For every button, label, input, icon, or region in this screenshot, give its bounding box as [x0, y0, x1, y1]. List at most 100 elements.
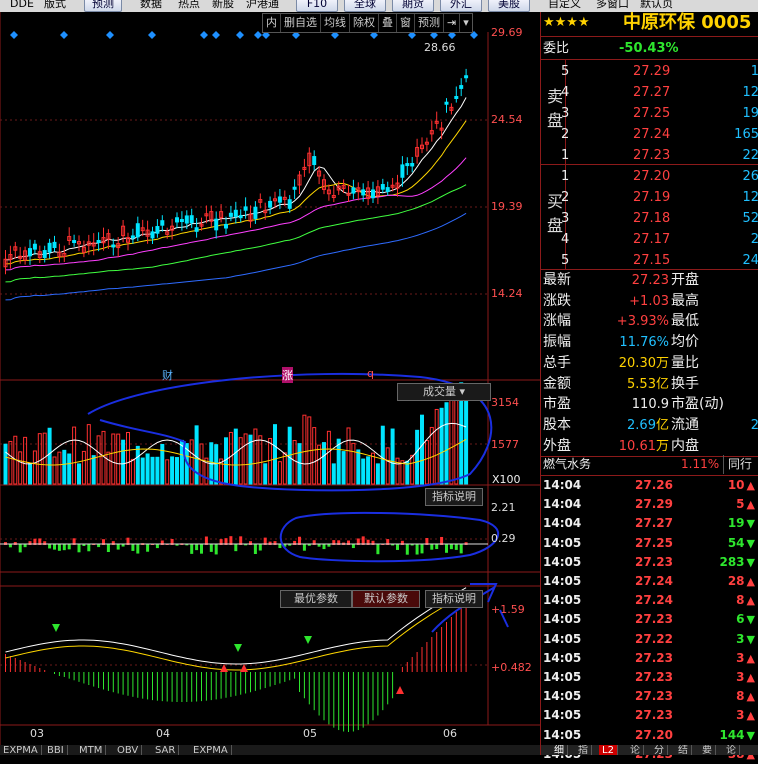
tick-row: 14:05 27.23 6 ▼	[541, 610, 758, 629]
tab-discuss[interactable]: 论	[627, 745, 644, 755]
volume-bar	[47, 427, 52, 485]
sell-level-row[interactable]: 2 27.24 165	[541, 124, 758, 145]
stat-value: 11.76%	[619, 335, 669, 351]
buy-level-row[interactable]: 3 27.18 52	[541, 208, 758, 229]
tick-row: 14:04 27.26 10 ▲	[541, 476, 758, 495]
candle-body	[214, 218, 219, 231]
chart-tool-window[interactable]: 窗	[397, 14, 415, 32]
buy-level-row[interactable]: 4 27.17 2	[541, 229, 758, 250]
toolbar-us-stock[interactable]: 美股	[488, 0, 530, 12]
toolbar-futures[interactable]: 期货	[392, 0, 434, 12]
event-diamond-icon	[200, 31, 208, 39]
macd-axis-label: +1.59	[491, 603, 525, 616]
chart-tool-remove-favorite[interactable]: 删自选	[281, 14, 321, 32]
tick-volume: 144	[719, 727, 745, 742]
tab-obv[interactable]: OBV	[114, 745, 143, 755]
optimal-params-button[interactable]: 最优参数	[280, 590, 352, 608]
tick-volume: 3	[736, 670, 745, 684]
indicator-bar	[57, 544, 61, 551]
tab-l2[interactable]: L2	[599, 745, 618, 755]
tab-expma-2[interactable]: EXPMA	[190, 745, 232, 755]
sell-level-row[interactable]: 1 27.23 22	[541, 145, 758, 166]
event-mark-limit[interactable]: 涨	[282, 367, 293, 383]
toolbar-layout[interactable]: 版式	[44, 0, 66, 11]
chart-tool-inner[interactable]: 内	[263, 14, 281, 32]
toolbar-f10[interactable]: F10	[296, 0, 338, 12]
chart-tool-ma[interactable]: 均线	[321, 14, 350, 32]
chart-tool-forecast[interactable]: 预测	[415, 14, 444, 32]
indicator-axis-label: 0.29	[491, 532, 516, 545]
tab-sar[interactable]: SAR	[152, 745, 180, 755]
volume-indicator-select[interactable]: 成交量 ▾	[397, 383, 491, 401]
arrow-down-icon: ▼	[746, 613, 755, 627]
sector-row[interactable]: 燃气水务 1.11% 同行	[541, 455, 758, 474]
event-diamond-icon	[254, 31, 262, 39]
top-toolbar: DDE 版式 预测 数据 热点 新股 沪港通 F10 全球 期货 外汇 美股 自…	[0, 0, 758, 12]
arrow-down-icon: ▼	[746, 517, 755, 531]
candle-body	[238, 215, 243, 219]
tab-index[interactable]: 指	[575, 745, 592, 755]
tab-mtm[interactable]: MTM	[76, 745, 107, 755]
tab-detail[interactable]: 细	[551, 745, 568, 755]
chart-tool-exright[interactable]: 除权	[350, 14, 379, 32]
level-volume: 19	[742, 106, 758, 121]
indicator-bar	[77, 544, 81, 553]
tick-volume: 3	[736, 708, 745, 723]
buy-level-row[interactable]: 1 27.20 26	[541, 166, 758, 187]
volume-bar	[96, 435, 101, 485]
tick-price: 27.23	[635, 670, 673, 684]
toolbar-forecast[interactable]: 预测	[84, 0, 122, 12]
toolbar-dde[interactable]: DDE	[10, 0, 34, 11]
event-mark-finance[interactable]: 财	[162, 367, 173, 383]
arrow-up-icon: ▲	[746, 671, 755, 684]
toolbar-hotspot[interactable]: 热点	[178, 0, 200, 11]
tick-price: 27.27	[635, 516, 673, 531]
volume-bar	[111, 433, 116, 485]
sell-signal-icon	[52, 624, 60, 632]
chart-tool-dropdown-icon[interactable]: ▾	[460, 14, 472, 32]
event-diamond-icon	[106, 31, 114, 39]
tab-expma[interactable]: EXPMA	[0, 745, 42, 755]
macd-help-button[interactable]: 指标说明	[425, 590, 483, 608]
indicator-bar	[258, 544, 262, 551]
level-number: 5	[561, 253, 570, 268]
high-price-label: 28.66	[424, 41, 456, 54]
tick-volume: 3	[736, 650, 745, 665]
indicator-bar	[62, 544, 66, 551]
chart-tool-overlay[interactable]: 叠	[379, 14, 397, 32]
event-mark-q[interactable]: q	[367, 367, 374, 380]
tab-structure[interactable]: 结	[675, 745, 692, 755]
volume-bar	[341, 451, 346, 485]
toolbar-global[interactable]: 全球	[344, 0, 386, 12]
tick-row: 14:05 27.23 3 ▲	[541, 706, 758, 725]
toolbar-hk-connect[interactable]: 沪港通	[246, 0, 279, 11]
chart-tool-expand-icon[interactable]: ⇥	[444, 14, 461, 32]
indicator-help-button[interactable]: 指标说明	[425, 488, 483, 506]
volume-bar	[385, 447, 390, 485]
tab-minute[interactable]: 分	[651, 745, 668, 755]
toolbar-multi-window[interactable]: 多窗口	[596, 0, 629, 11]
sell-level-row[interactable]: 3 27.25 19	[541, 103, 758, 124]
toolbar-default-page[interactable]: 默认页	[640, 0, 673, 11]
volume-bar	[214, 444, 219, 485]
buy-level-row[interactable]: 5 27.15 24	[541, 250, 758, 271]
level-number: 1	[561, 148, 570, 163]
tab-key[interactable]: 要	[699, 745, 716, 755]
sell-level-row[interactable]: 4 27.27 12	[541, 82, 758, 103]
toolbar-forex[interactable]: 外汇	[440, 0, 482, 12]
tab-forum[interactable]: 论	[723, 745, 740, 755]
toolbar-new-stock[interactable]: 新股	[212, 0, 234, 11]
tick-time: 14:05	[543, 727, 582, 742]
sell-level-row[interactable]: 5 27.29 1	[541, 61, 758, 82]
default-params-button[interactable]: 默认参数	[352, 590, 420, 608]
volume-bar	[37, 433, 42, 485]
level-number: 4	[561, 232, 570, 247]
toolbar-custom[interactable]: 自定义	[548, 0, 581, 11]
toolbar-data[interactable]: 数据	[140, 0, 162, 11]
stat-row: 振幅 11.76% 均价	[541, 332, 758, 353]
indicator-bar	[351, 544, 355, 549]
tick-time: 14:05	[543, 612, 582, 627]
sector-peers[interactable]: 同行	[723, 455, 752, 474]
buy-level-row[interactable]: 2 27.19 12	[541, 187, 758, 208]
tab-bbi[interactable]: BBI	[44, 745, 68, 755]
